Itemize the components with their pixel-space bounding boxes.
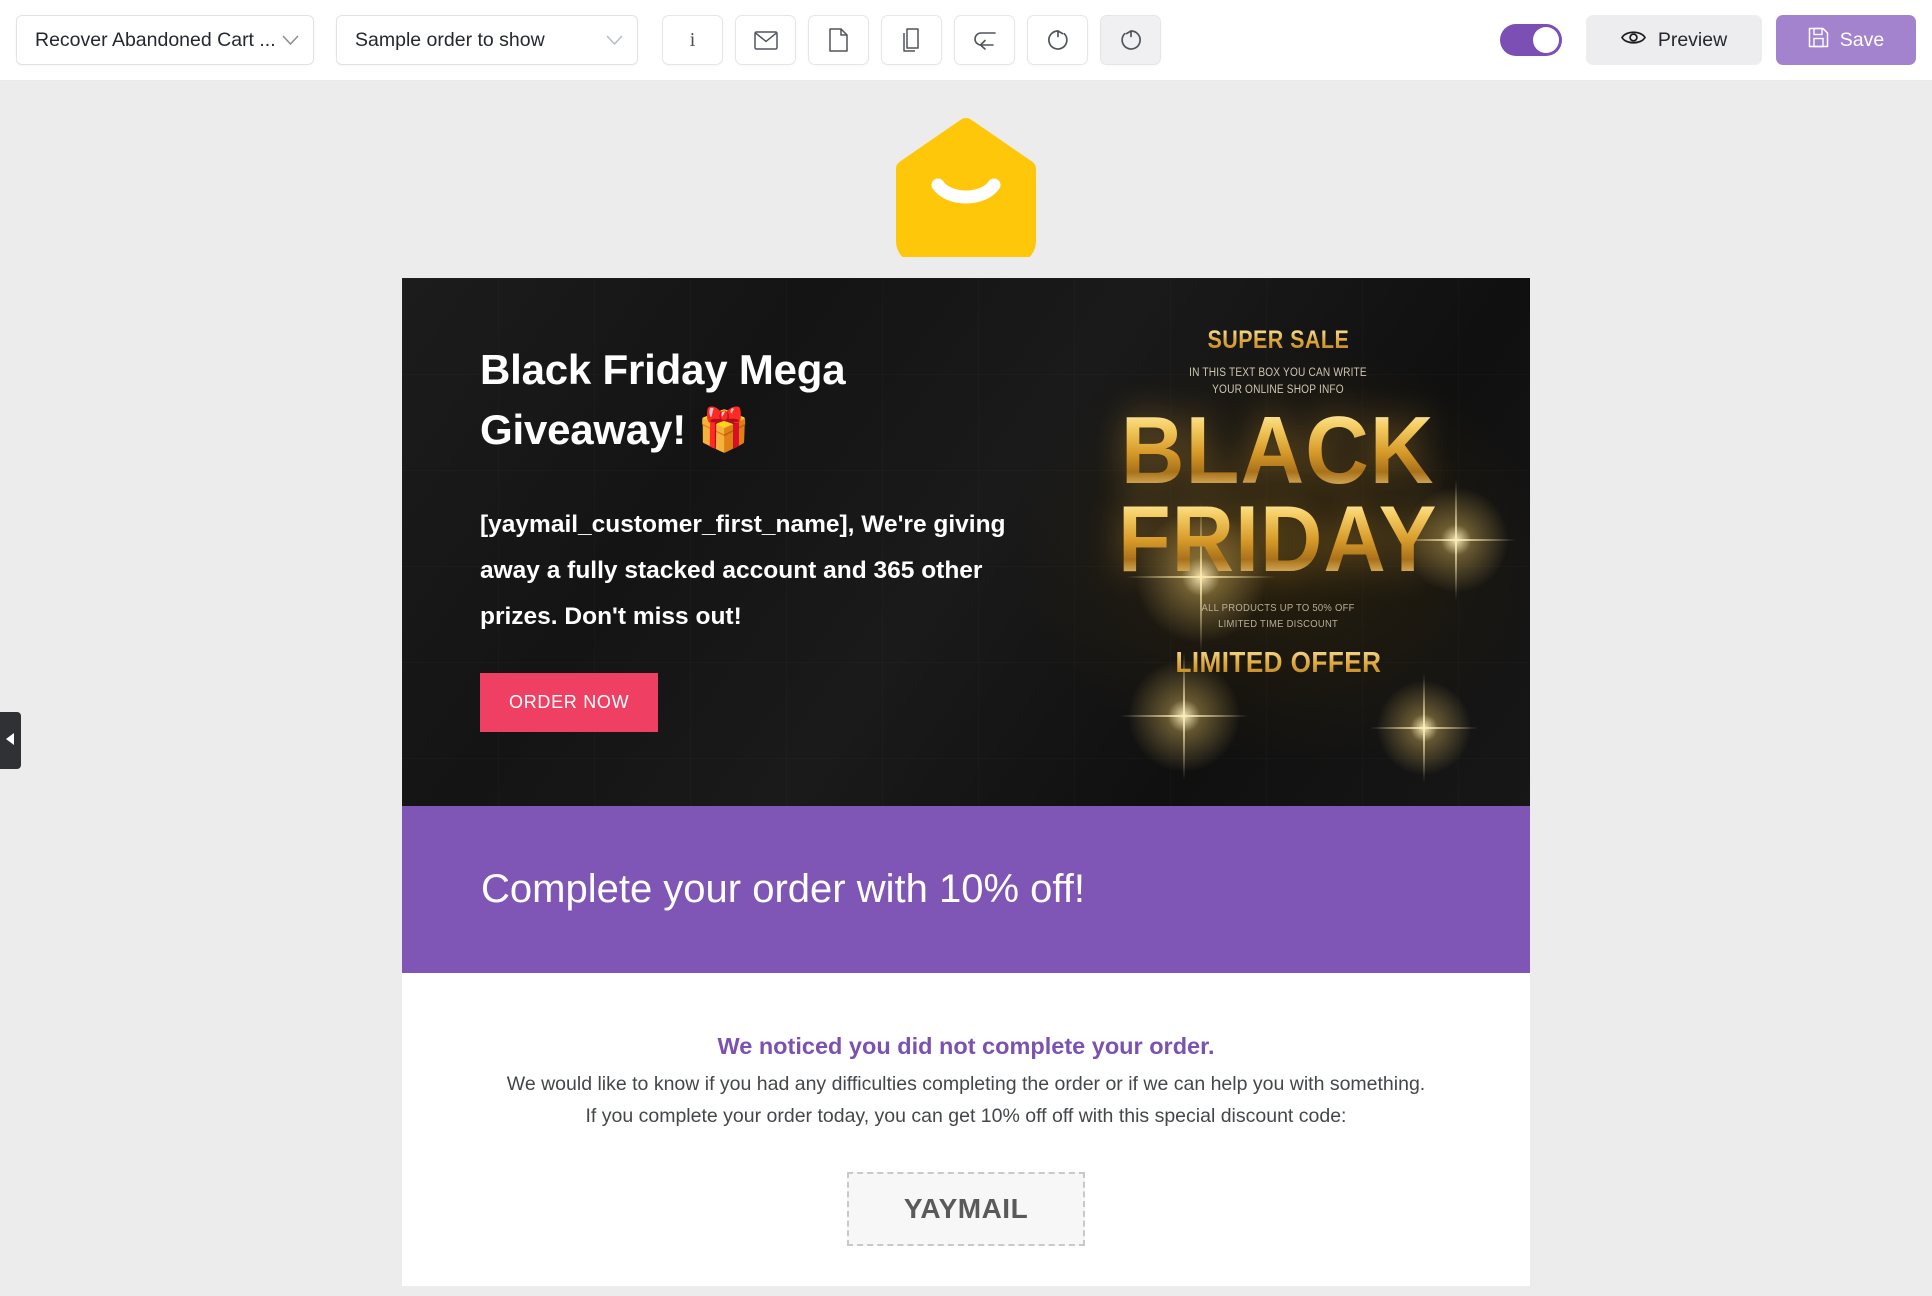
template-select[interactable]: Recover Abandoned Cart ... (16, 15, 314, 65)
artwork-word-black: BLACK (1118, 402, 1437, 498)
hero-title: Black Friday Mega Giveaway! 🎁 (480, 340, 1040, 460)
hero-title-line2: Giveaway! 🎁 (480, 406, 750, 454)
order-select[interactable]: Sample order to show (336, 15, 638, 65)
undo-button[interactable] (954, 15, 1015, 65)
order-now-button[interactable]: ORDER NOW (480, 673, 659, 733)
toggle-knob (1533, 27, 1559, 53)
envelope-icon (753, 30, 778, 50)
undo-arrow-icon (973, 30, 997, 50)
artwork-footnote-line2: LIMITED TIME DISCOUNT (1218, 618, 1338, 631)
email-content-section: We noticed you did not complete your ord… (402, 973, 1530, 1287)
duplicate-button[interactable] (881, 15, 942, 65)
preview-label: Preview (1657, 28, 1728, 51)
hero-title-line1: Black Friday Mega (480, 346, 846, 393)
artwork-word-friday: FRIDAY (1118, 485, 1438, 591)
artwork-subtitle: IN THIS TEXT BOX YOU CAN WRITE YOUR ONLI… (1189, 365, 1367, 400)
black-friday-artwork: SUPER SALE IN THIS TEXT BOX YOU CAN WRIT… (1062, 300, 1517, 786)
sparkle-icon (1370, 673, 1479, 782)
info-button[interactable]: i (662, 15, 723, 65)
top-toolbar: Recover Abandoned Cart ... Sample order … (0, 0, 1932, 81)
hero-banner: Black Friday Mega Giveaway! 🎁 [yaymail_c… (402, 278, 1530, 806)
email-preview-canvas: Black Friday Mega Giveaway! 🎁 [yaymail_c… (0, 81, 1932, 1296)
hero-content: Black Friday Mega Giveaway! 🎁 [yaymail_c… (480, 340, 1040, 733)
template-select-value: Recover Abandoned Cart ... (35, 28, 274, 51)
toolbar-actions: i (662, 15, 1173, 65)
artwork-footnote: ALL PRODUCTS UP TO 50% OFF LIMITED TIME … (1201, 600, 1354, 633)
content-paragraph-1: We would like to know if you had any dif… (506, 1073, 1426, 1095)
toolbar-right-actions: Preview Save (1500, 15, 1916, 65)
reset-ccw-icon (1047, 29, 1069, 52)
duplicate-icon (901, 28, 923, 52)
preview-button[interactable]: Preview (1586, 15, 1762, 65)
chevron-down-icon (606, 35, 623, 46)
email-button[interactable] (735, 15, 796, 65)
coupon-code-box: YAYMAIL (847, 1172, 1085, 1247)
content-paragraph-2: If you complete your order today, you ca… (585, 1104, 1347, 1127)
hero-paragraph: [yaymail_customer_first_name], We're giv… (480, 511, 1006, 631)
limited-offer-text: LIMITED OFFER (1175, 646, 1381, 679)
document-button[interactable] (808, 15, 869, 65)
triangle-left-icon (6, 732, 15, 750)
floppy-disk-icon (1808, 27, 1829, 54)
discount-band: Complete your order with 10% off! (402, 806, 1530, 973)
content-heading: We noticed you did not complete your ord… (717, 1033, 1215, 1059)
artwork-subtitle-line1: IN THIS TEXT BOX YOU CAN WRITE (1189, 367, 1367, 379)
discount-band-text: Complete your order with 10% off! (481, 867, 1086, 911)
enabled-toggle[interactable] (1500, 24, 1562, 56)
artwork-headline: BLACK FRIDAY (1104, 402, 1517, 782)
save-label: Save (1839, 28, 1885, 51)
info-icon: i (689, 28, 696, 51)
order-select-value: Sample order to show (355, 28, 545, 51)
chevron-down-icon (282, 35, 299, 46)
eye-icon (1620, 29, 1646, 52)
reload-cw-icon (1120, 29, 1142, 52)
reset-button[interactable] (1027, 15, 1088, 65)
yaymail-logo (893, 117, 1039, 257)
save-button[interactable]: Save (1776, 15, 1916, 65)
document-icon (829, 28, 848, 52)
artwork-footnote-line1: ALL PRODUCTS UP TO 50% OFF (1201, 602, 1355, 615)
logo-area (0, 81, 1932, 257)
email-body: Black Friday Mega Giveaway! 🎁 [yaymail_c… (402, 278, 1530, 1287)
super-sale-text: SUPER SALE (1207, 326, 1349, 354)
collapse-panel-handle[interactable] (0, 712, 21, 769)
reload-button[interactable] (1100, 15, 1161, 65)
